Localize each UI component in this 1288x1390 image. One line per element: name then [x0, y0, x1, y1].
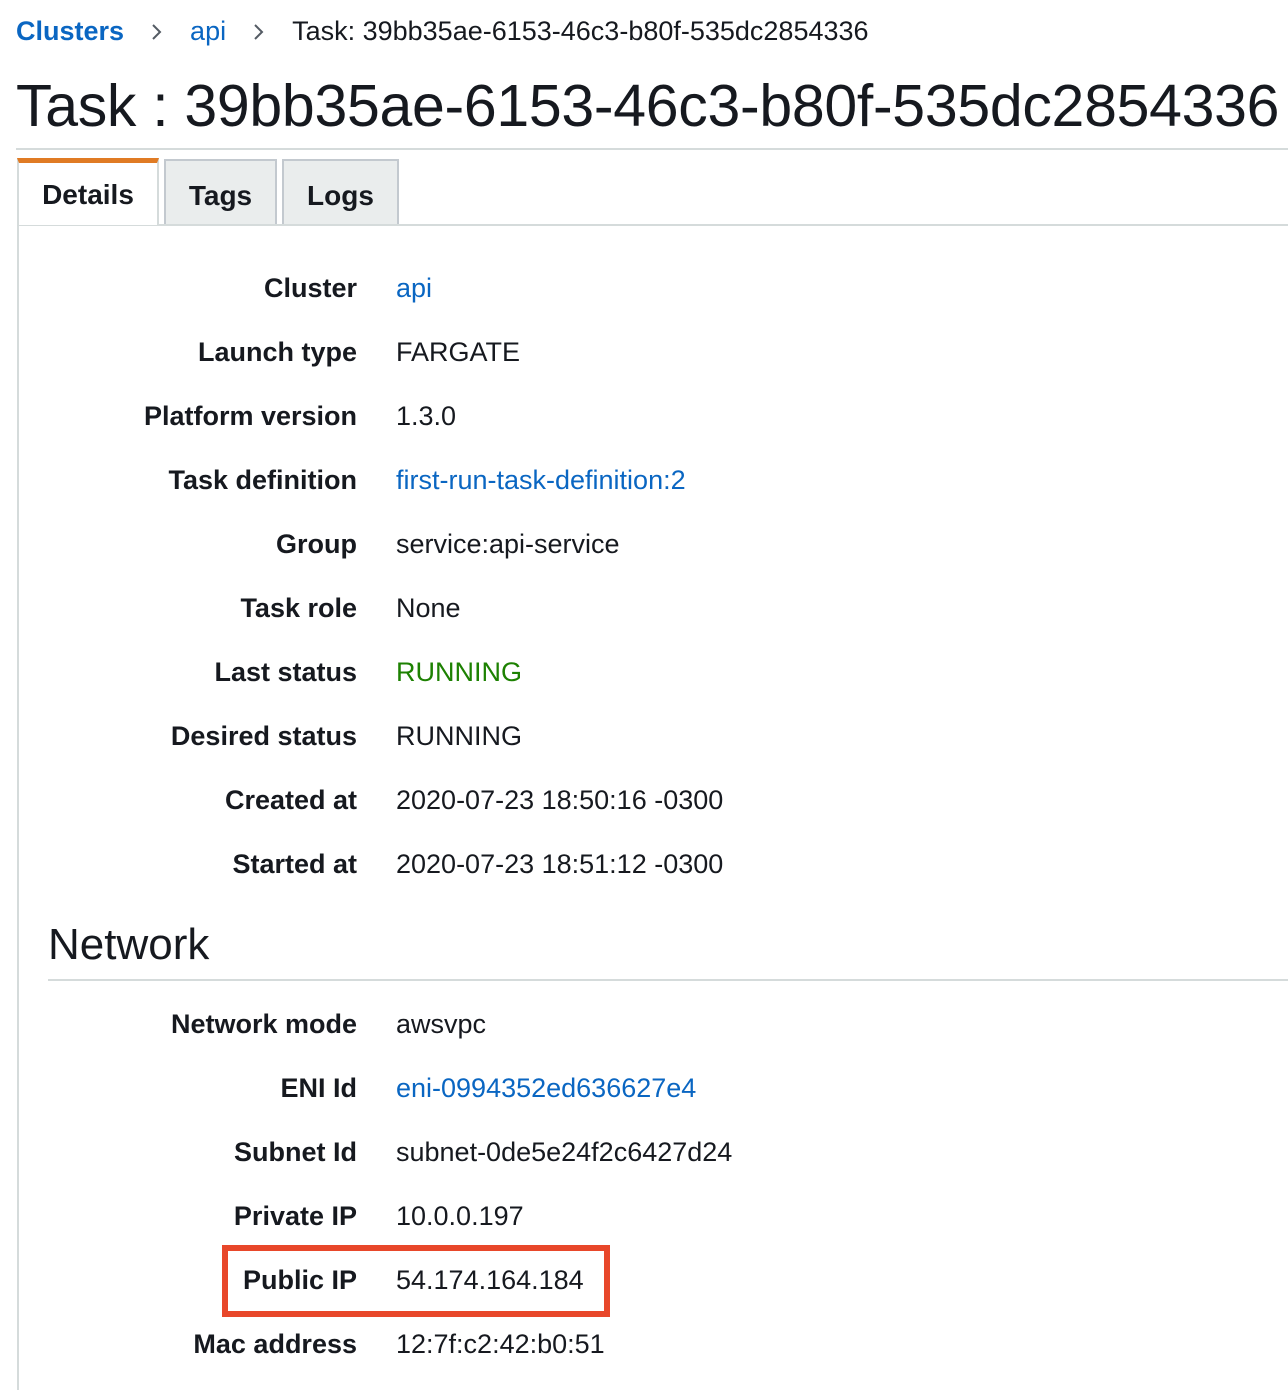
detail-row-launch-type: Launch type FARGATE	[0, 332, 1288, 372]
chevron-right-icon	[124, 17, 190, 45]
chevron-right-icon	[226, 17, 292, 45]
detail-label: Last status	[214, 657, 357, 687]
network-label: Public IP	[242, 1265, 357, 1295]
tab-tags[interactable]: Tags	[164, 159, 277, 225]
cluster-link[interactable]: api	[396, 268, 432, 308]
detail-label: Task role	[240, 593, 357, 623]
detail-row-last-status: Last status RUNNING	[0, 652, 1288, 692]
detail-row-desired-status: Desired status RUNNING	[0, 716, 1288, 756]
network-row-mac-address: Mac address 12:7f:c2:42:b0:51	[0, 1324, 1288, 1364]
title-divider	[16, 148, 1288, 150]
last-status-value: RUNNING	[396, 657, 522, 687]
network-heading: Network	[48, 920, 210, 969]
tab-details[interactable]: Details	[17, 158, 159, 225]
task-role-value: None	[396, 593, 461, 623]
detail-row-started-at: Started at 2020-07-23 18:51:12 -0300	[0, 844, 1288, 884]
desired-status-value: RUNNING	[396, 721, 522, 751]
tab-logs[interactable]: Logs	[282, 159, 399, 225]
breadcrumb: Clusters api Task: 39bb35ae-6153-46c3-b8…	[16, 12, 869, 50]
detail-row-task-role: Task role None	[0, 588, 1288, 628]
network-divider	[48, 979, 1288, 981]
detail-label: Launch type	[197, 337, 357, 367]
platform-version-value: 1.3.0	[396, 401, 457, 431]
detail-label: Group	[276, 529, 357, 559]
public-ip-value: 54.174.164.184	[396, 1265, 584, 1295]
network-mode-value: awsvpc	[396, 1009, 487, 1039]
network-row-eni-id: ENI Id eni-0994352ed636627e4	[0, 1068, 1288, 1108]
network-label: Private IP	[233, 1201, 357, 1231]
launch-type-value: FARGATE	[396, 337, 521, 367]
subnet-id-value: subnet-0de5e24f2c6427d24	[396, 1137, 733, 1167]
tabs-divider	[17, 224, 1288, 226]
network-row-subnet-id: Subnet Id subnet-0de5e24f2c6427d24	[0, 1132, 1288, 1172]
breadcrumb-current: Task: 39bb35ae-6153-46c3-b80f-535dc28543…	[292, 15, 869, 46]
detail-label: Platform version	[143, 401, 357, 431]
eni-id-link[interactable]: eni-0994352ed636627e4	[396, 1068, 696, 1108]
detail-label: Cluster	[263, 273, 357, 303]
created-at-value: 2020-07-23 18:50:16 -0300	[396, 785, 724, 815]
detail-row-group: Group service:api-service	[0, 524, 1288, 564]
network-label: Subnet Id	[234, 1137, 357, 1167]
mac-address-value: 12:7f:c2:42:b0:51	[396, 1329, 605, 1359]
detail-row-cluster: Cluster api	[0, 268, 1288, 308]
breadcrumb-clusters-link[interactable]: Clusters	[16, 16, 124, 47]
network-row-private-ip: Private IP 10.0.0.197	[0, 1196, 1288, 1236]
detail-label: Desired status	[170, 721, 357, 751]
tab-bar: Details Tags Logs	[17, 158, 404, 225]
network-label: Network mode	[170, 1009, 357, 1039]
started-at-value: 2020-07-23 18:51:12 -0300	[396, 849, 724, 879]
detail-label: Created at	[224, 785, 357, 815]
group-value: service:api-service	[396, 529, 620, 559]
network-label: ENI Id	[280, 1073, 357, 1103]
breadcrumb-api-link[interactable]: api	[190, 16, 226, 47]
detail-row-task-definition: Task definition first-run-task-definitio…	[0, 460, 1288, 500]
private-ip-value: 10.0.0.197	[396, 1201, 524, 1231]
task-definition-link[interactable]: first-run-task-definition:2	[396, 460, 686, 500]
detail-row-created-at: Created at 2020-07-23 18:50:16 -0300	[0, 780, 1288, 820]
network-row-public-ip: Public IP 54.174.164.184	[0, 1260, 1288, 1300]
network-row-mode: Network mode awsvpc	[0, 1004, 1288, 1044]
detail-label: Task definition	[168, 465, 357, 495]
detail-row-platform-version: Platform version 1.3.0	[0, 396, 1288, 436]
network-label: Mac address	[193, 1329, 357, 1359]
page-title: Task : 39bb35ae-6153-46c3-b80f-535dc2854…	[16, 73, 1280, 139]
detail-label: Started at	[232, 849, 357, 879]
